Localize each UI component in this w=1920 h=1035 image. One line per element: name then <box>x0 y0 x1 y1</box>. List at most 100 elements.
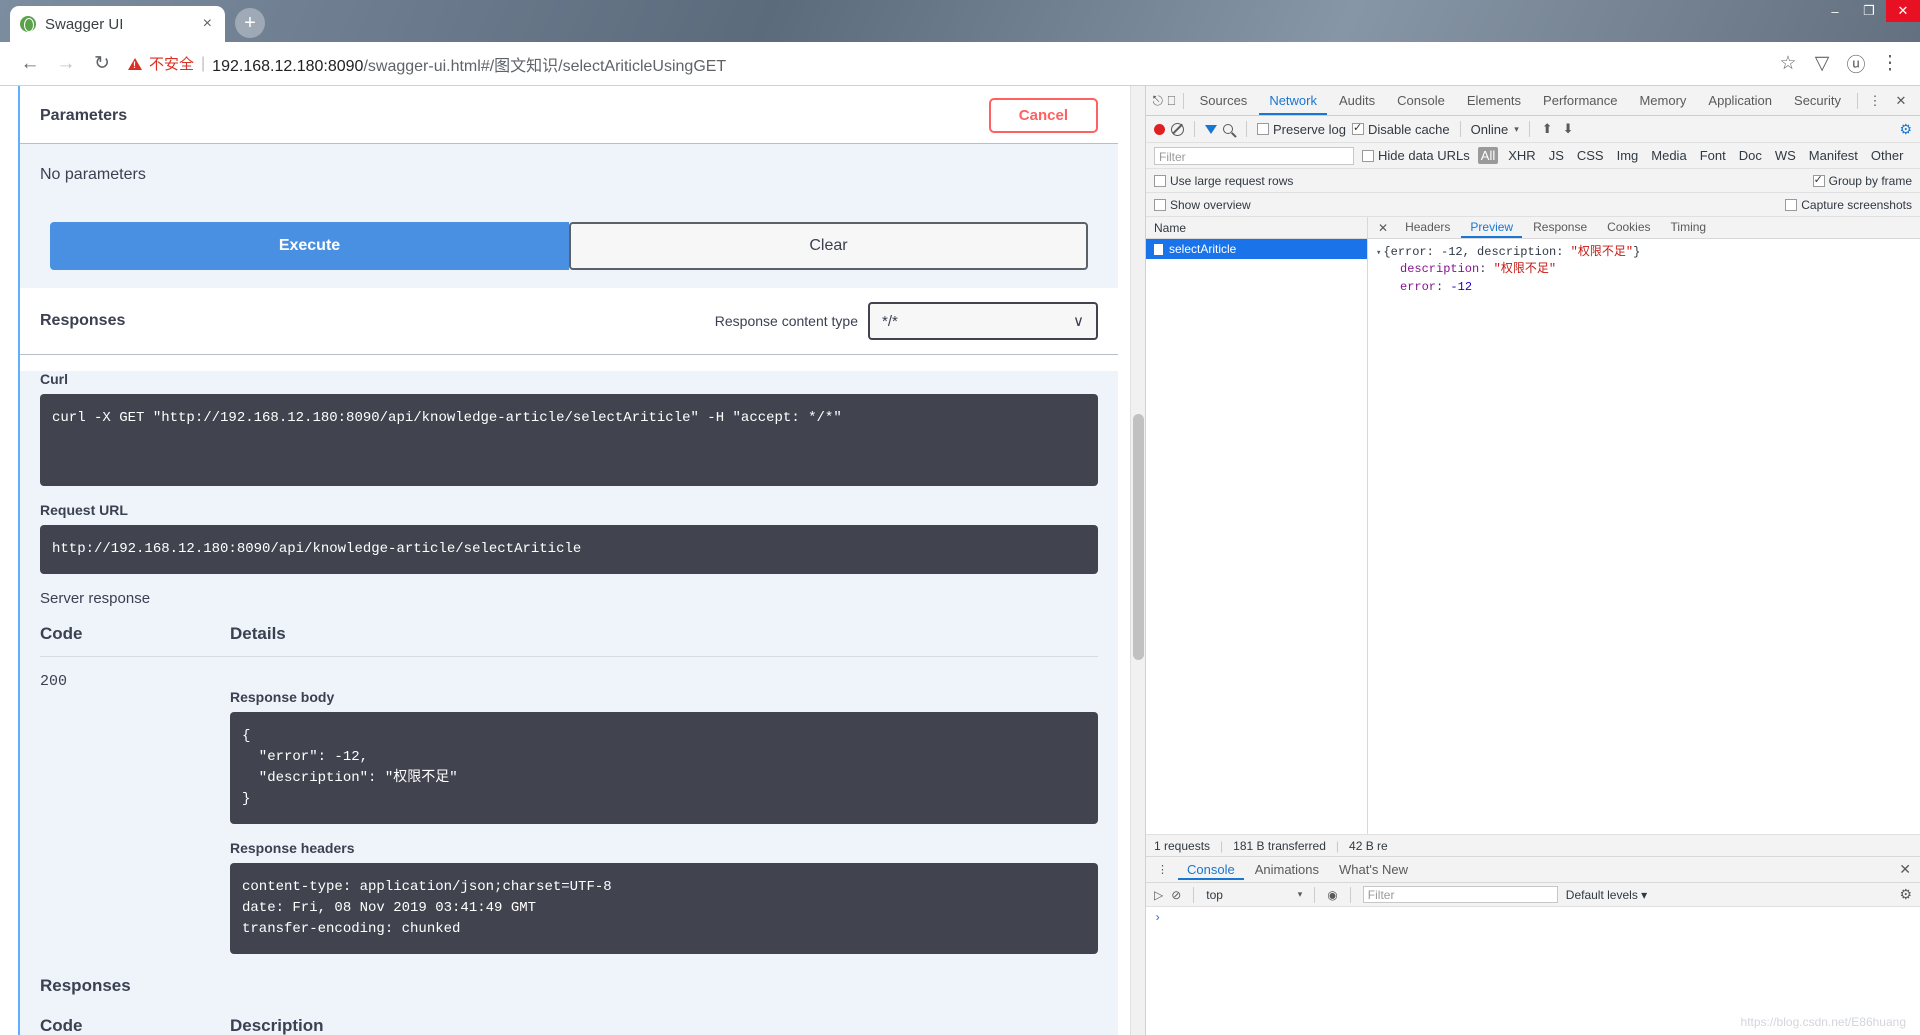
preview-summary-row[interactable]: ▾ {error: -12, description: "权限不足"} <box>1376 244 1912 261</box>
response-headers-block[interactable]: content-type: application/json;charset=U… <box>230 863 1098 954</box>
record-button[interactable] <box>1154 123 1165 135</box>
request-list-header: Name <box>1146 217 1367 239</box>
back-icon[interactable]: ← <box>14 48 46 80</box>
new-tab-button[interactable]: + <box>235 8 265 38</box>
preserve-log-checkbox[interactable]: Preserve log <box>1257 122 1346 137</box>
more-options-icon[interactable]: ⋮ <box>1862 89 1888 113</box>
drawer-tab-animations[interactable]: Animations <box>1246 859 1328 880</box>
console-clear-icon[interactable]: ⊘ <box>1171 888 1181 902</box>
network-settings-gear-icon[interactable]: ⚙ <box>1899 121 1912 138</box>
request-detail-pane: ✕ Headers Preview Response Cookies Timin… <box>1368 217 1920 834</box>
capture-screenshots-checkbox[interactable]: Capture screenshots <box>1785 198 1912 212</box>
maximize-icon[interactable]: ❐ <box>1852 0 1886 22</box>
tab-elements[interactable]: Elements <box>1457 86 1531 115</box>
page-scrollbar-thumb[interactable] <box>1133 414 1144 660</box>
tab-audits[interactable]: Audits <box>1329 86 1385 115</box>
hide-data-urls-checkbox[interactable]: Hide data URLs <box>1362 148 1470 163</box>
console-sidebar-icon[interactable]: ▷ <box>1154 888 1163 902</box>
clear-button[interactable]: Clear <box>569 222 1088 270</box>
devtools-close-icon[interactable]: ✕ <box>1888 89 1914 113</box>
response-content-type-select[interactable]: */* ∨ <box>868 302 1098 340</box>
window-close-icon[interactable]: ✕ <box>1886 0 1920 22</box>
disable-cache-checkbox[interactable]: Disable cache <box>1351 121 1450 137</box>
drawer-tab-console[interactable]: Console <box>1178 859 1244 880</box>
responses-table-header: Code Description <box>40 1006 1098 1035</box>
throttling-select[interactable]: Online ▾ <box>1471 122 1519 137</box>
divider-4 <box>1246 121 1247 137</box>
preview-row-description: description: "权限不足" <box>1400 262 1557 277</box>
filter-icon[interactable] <box>1205 124 1217 134</box>
console-settings-gear-icon[interactable]: ⚙ <box>1899 886 1912 903</box>
type-filter-font[interactable]: Font <box>1697 147 1729 164</box>
tab-memory[interactable]: Memory <box>1629 86 1696 115</box>
page-scrollbar[interactable] <box>1130 86 1145 1035</box>
drawer-tab-whats-new[interactable]: What's New <box>1330 859 1417 880</box>
detail-close-icon[interactable]: ✕ <box>1372 221 1394 235</box>
request-url-block[interactable]: http://192.168.12.180:8090/api/knowledge… <box>40 525 1098 574</box>
inspect-element-icon[interactable]: ⎋ <box>1152 89 1164 113</box>
tab-performance[interactable]: Performance <box>1533 86 1627 115</box>
divider-8 <box>1314 886 1316 903</box>
type-filter-other[interactable]: Other <box>1868 147 1907 164</box>
tab-preview[interactable]: Preview <box>1461 217 1523 238</box>
browser-tab-swagger-ui[interactable]: Swagger UI × <box>10 6 225 42</box>
forward-icon[interactable]: → <box>50 48 82 80</box>
tab-sources[interactable]: Sources <box>1190 86 1258 115</box>
console-filter-input[interactable]: Filter <box>1362 886 1558 903</box>
drawer-menu-icon[interactable]: ⋮ <box>1150 863 1176 876</box>
bookmark-star-icon[interactable]: ☆ <box>1772 48 1804 80</box>
type-filter-media[interactable]: Media <box>1648 147 1689 164</box>
execute-button[interactable]: Execute <box>50 222 569 270</box>
request-row-selectariticle[interactable]: selectAriticle <box>1146 239 1367 259</box>
show-overview-checkbox[interactable]: Show overview <box>1154 198 1251 212</box>
server-response-row: 200 Response body { "error": -12, "descr… <box>40 657 1098 954</box>
cancel-button[interactable]: Cancel <box>988 98 1098 133</box>
extension-icon[interactable]: ▽ <box>1806 48 1838 80</box>
type-filter-xhr[interactable]: XHR <box>1505 147 1538 164</box>
request-list: Name selectAriticle <box>1146 217 1368 834</box>
live-expression-eye-icon[interactable]: ◉ <box>1327 888 1337 902</box>
tab-console[interactable]: Console <box>1387 86 1455 115</box>
type-filter-js[interactable]: JS <box>1546 147 1567 164</box>
network-filter-input[interactable]: Filter <box>1154 146 1354 165</box>
group-by-frame-checkbox[interactable]: Group by frame <box>1812 173 1912 188</box>
type-filter-ws[interactable]: WS <box>1772 147 1799 164</box>
close-icon[interactable]: × <box>200 16 215 32</box>
status-requests: 1 requests <box>1154 838 1211 853</box>
import-har-icon[interactable]: ⬆ <box>1540 121 1555 137</box>
minimize-icon[interactable]: – <box>1818 0 1852 22</box>
export-har-icon[interactable]: ⬇ <box>1561 121 1576 137</box>
tab-response[interactable]: Response <box>1524 217 1596 238</box>
column-code-2: Code <box>40 1016 83 1035</box>
type-filter-css[interactable]: CSS <box>1574 147 1607 164</box>
expand-triangle-icon[interactable]: ▾ <box>1376 248 1381 258</box>
tab-headers[interactable]: Headers <box>1396 217 1459 238</box>
tab-application[interactable]: Application <box>1698 86 1782 115</box>
reload-icon[interactable]: ↻ <box>86 48 118 80</box>
throttling-value: Online <box>1470 121 1509 137</box>
profile-avatar-icon[interactable]: ⓤ <box>1840 48 1872 80</box>
device-toolbar-icon[interactable]: ⎕ <box>1166 89 1178 113</box>
network-options-bar-2: Show overview Capture screenshots <box>1146 193 1920 217</box>
devtools-tabbar-actions: ⋮ ✕ <box>1853 89 1920 113</box>
use-large-rows-checkbox[interactable]: Use large request rows <box>1154 174 1293 188</box>
address-bar[interactable]: 不安全 | 192.168.12.180:8090/swagger-ui.htm… <box>128 49 1768 79</box>
search-icon[interactable] <box>1223 124 1233 134</box>
curl-command-block[interactable]: curl -X GET "http://192.168.12.180:8090/… <box>40 394 1098 486</box>
type-filter-manifest[interactable]: Manifest <box>1806 147 1861 164</box>
drawer-close-icon[interactable]: ✕ <box>1890 861 1920 878</box>
type-filter-img[interactable]: Img <box>1614 147 1642 164</box>
type-filter-all[interactable]: All <box>1477 147 1499 164</box>
type-filter-doc[interactable]: Doc <box>1736 147 1765 164</box>
response-body-block[interactable]: { "error": -12, "description": "权限不足" } <box>230 712 1098 824</box>
use-large-rows-box <box>1154 174 1166 187</box>
tab-security[interactable]: Security <box>1784 86 1851 115</box>
browser-menu-icon[interactable]: ⋮ <box>1874 48 1906 80</box>
clear-icon[interactable] <box>1171 122 1184 136</box>
console-levels-select[interactable]: Default levels ▾ <box>1566 888 1647 902</box>
tab-timing[interactable]: Timing <box>1662 217 1716 238</box>
tab-network[interactable]: Network <box>1259 86 1327 115</box>
execution-context-select[interactable]: top ▾ <box>1206 888 1302 902</box>
content-type-value: */* <box>882 312 898 330</box>
tab-cookies[interactable]: Cookies <box>1598 217 1659 238</box>
